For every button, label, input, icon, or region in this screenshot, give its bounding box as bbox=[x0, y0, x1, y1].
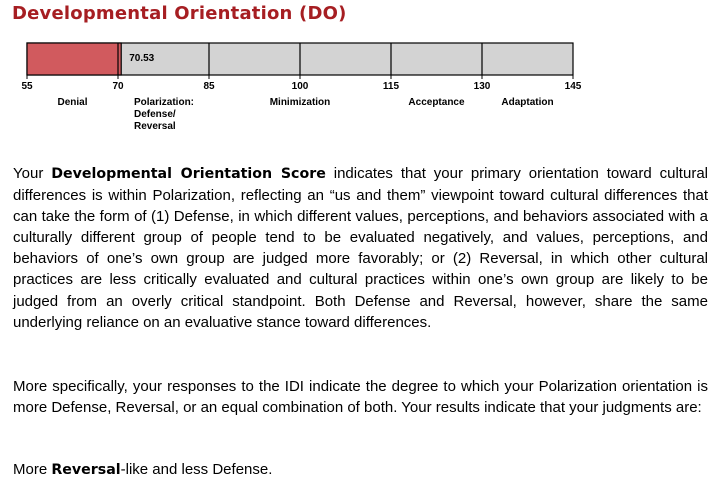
category-label: Polarization: Defense/Reversal bbox=[134, 97, 194, 132]
scale-tick-label: 70 bbox=[112, 81, 124, 92]
scale-tick-label: 145 bbox=[565, 81, 582, 92]
do-scale-chart: 70.53 55 70 85 100 115 130 145 Denial Polarizat… bbox=[21, 42, 582, 132]
score-bar bbox=[26, 42, 122, 76]
result-paragraph: More Reversal-like and less Defense. bbox=[13, 461, 273, 478]
scale-tick-label: 115 bbox=[383, 81, 400, 92]
result-orientation-term: Reversal bbox=[51, 462, 121, 478]
scale-tick-label: 130 bbox=[474, 81, 491, 92]
scale-tick-label: 85 bbox=[203, 81, 215, 92]
scale-tick-label: 100 bbox=[292, 81, 309, 92]
score-value-label: 70.53 bbox=[129, 53, 154, 64]
category-label: Minimization bbox=[270, 97, 331, 108]
specifics-paragraph: More specifically, your responses to the… bbox=[13, 378, 708, 417]
category-label: Acceptance bbox=[408, 97, 465, 108]
orientation-score-term: Developmental Orientation Score bbox=[51, 166, 326, 182]
orientation-score-paragraph: Your Developmental Orientation Score ind… bbox=[13, 165, 708, 331]
scale-tick-label: 55 bbox=[21, 81, 33, 92]
category-label: Adaptation bbox=[501, 97, 553, 108]
category-label: Denial bbox=[57, 97, 87, 108]
section-title: Developmental Orientation (DO) bbox=[12, 3, 347, 24]
